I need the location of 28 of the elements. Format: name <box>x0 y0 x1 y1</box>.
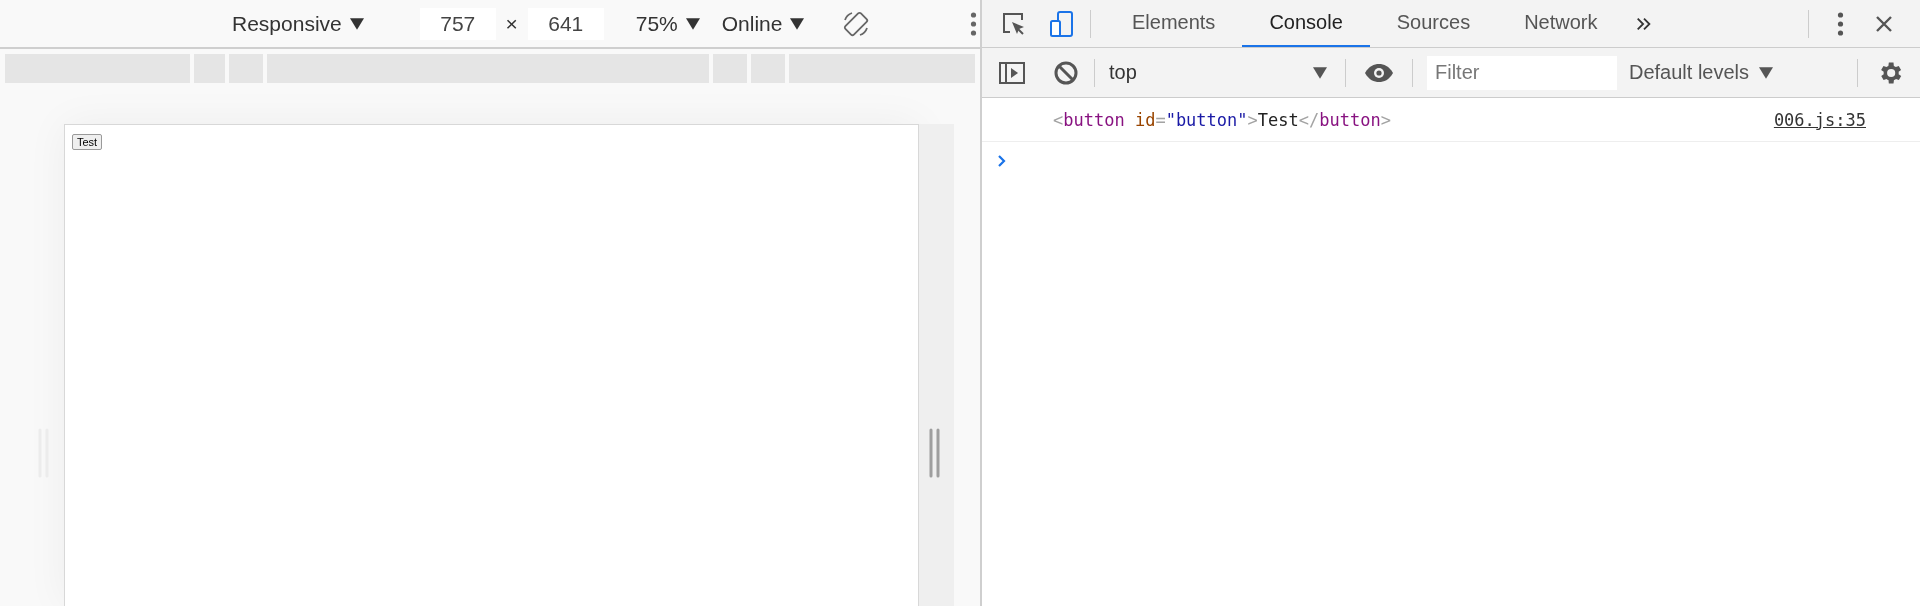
device-toggle-icon[interactable] <box>1048 9 1076 38</box>
caret-icon <box>1759 66 1774 79</box>
devtools-tab[interactable]: Sources <box>1369 0 1498 47</box>
device-dropdown[interactable]: Responsive <box>232 11 364 36</box>
caret-icon <box>685 17 700 30</box>
times-sign: × <box>504 11 519 36</box>
prompt-icon[interactable] <box>997 154 1007 168</box>
more-options-icon[interactable] <box>1837 11 1844 36</box>
page-button[interactable]: Test <box>72 134 103 150</box>
width-field[interactable]: 757 <box>419 7 496 40</box>
height-field[interactable]: 641 <box>527 7 604 40</box>
levels-dropdown[interactable]: Default levels <box>1629 61 1774 84</box>
filter-field[interactable]: Filter <box>1427 55 1617 90</box>
resize-handle-icon[interactable] <box>929 428 941 478</box>
more-options-icon[interactable] <box>970 11 978 36</box>
throttling-dropdown[interactable]: Online <box>721 11 805 36</box>
caret-icon <box>1313 66 1327 79</box>
context-dropdown[interactable]: top <box>1109 61 1331 84</box>
close-icon[interactable] <box>1874 13 1894 34</box>
rotate-icon[interactable] <box>842 9 871 38</box>
devtools-tab[interactable]: Network <box>1497 0 1625 47</box>
caret-icon <box>790 17 805 30</box>
devtools-tab[interactable]: Elements <box>1105 0 1243 47</box>
zoom-dropdown[interactable]: 75% <box>635 11 700 36</box>
source-link[interactable]: 006.js:35 <box>1773 109 1866 130</box>
console-message: <button id="button">Test</button> <box>1053 109 1391 130</box>
eye-icon[interactable] <box>1364 62 1394 83</box>
caret-icon <box>349 17 364 30</box>
